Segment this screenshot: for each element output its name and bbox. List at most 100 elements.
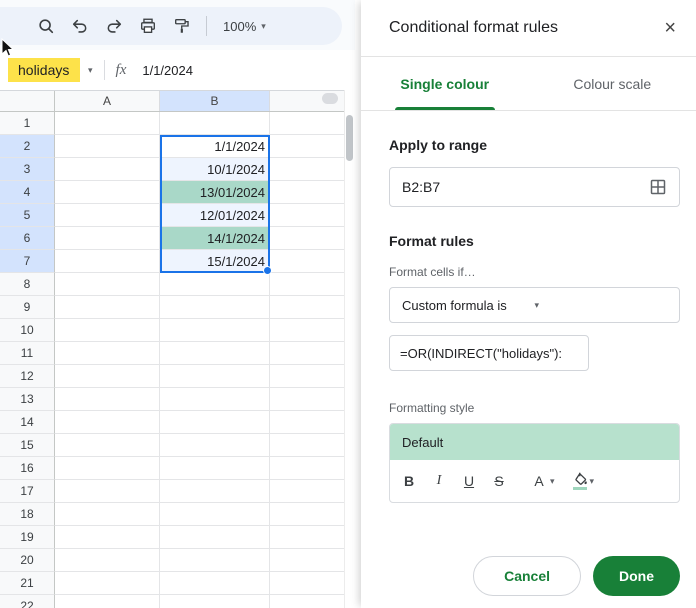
cell-A11[interactable] xyxy=(55,342,160,365)
cell-B11[interactable] xyxy=(160,342,270,365)
row-header-3[interactable]: 3 xyxy=(0,158,55,181)
cell-B7[interactable]: 15/1/2024 xyxy=(160,250,270,273)
cell-A15[interactable] xyxy=(55,434,160,457)
cell-offscreen-17[interactable] xyxy=(270,480,345,503)
cell-B21[interactable] xyxy=(160,572,270,595)
cell-A10[interactable] xyxy=(55,319,160,342)
row-header-19[interactable]: 19 xyxy=(0,526,55,549)
row-header-15[interactable]: 15 xyxy=(0,434,55,457)
done-button[interactable]: Done xyxy=(593,556,680,596)
row-header-1[interactable]: 1 xyxy=(0,112,55,135)
cell-offscreen-5[interactable] xyxy=(270,204,345,227)
paint-format-icon[interactable] xyxy=(168,12,196,40)
condition-dropdown[interactable]: Custom formula is ▾ xyxy=(389,287,680,323)
print-icon[interactable] xyxy=(134,12,162,40)
row-header-11[interactable]: 11 xyxy=(0,342,55,365)
search-icon[interactable] xyxy=(32,12,60,40)
range-input[interactable]: B2:B7 xyxy=(389,167,680,207)
redo-icon[interactable] xyxy=(100,12,128,40)
row-header-18[interactable]: 18 xyxy=(0,503,55,526)
cell-B17[interactable] xyxy=(160,480,270,503)
cell-A17[interactable] xyxy=(55,480,160,503)
formula-input[interactable]: 1/1/2024 xyxy=(142,63,193,78)
row-header-14[interactable]: 14 xyxy=(0,411,55,434)
cell-offscreen-14[interactable] xyxy=(270,411,345,434)
tab-single-colour[interactable]: Single colour xyxy=(361,57,529,110)
cell-B5[interactable]: 12/01/2024 xyxy=(160,204,270,227)
text-color-button[interactable]: A ▾ xyxy=(530,467,554,495)
cell-A9[interactable] xyxy=(55,296,160,319)
cell-offscreen-4[interactable] xyxy=(270,181,345,204)
close-icon[interactable]: × xyxy=(658,16,682,40)
select-range-grid-icon[interactable] xyxy=(649,178,667,196)
cell-B12[interactable] xyxy=(160,365,270,388)
cell-B14[interactable] xyxy=(160,411,270,434)
cell-B3[interactable]: 10/1/2024 xyxy=(160,158,270,181)
cell-A18[interactable] xyxy=(55,503,160,526)
cell-A12[interactable] xyxy=(55,365,160,388)
cell-offscreen-3[interactable] xyxy=(270,158,345,181)
undo-icon[interactable] xyxy=(66,12,94,40)
row-header-5[interactable]: 5 xyxy=(0,204,55,227)
cell-A4[interactable] xyxy=(55,181,160,204)
row-header-10[interactable]: 10 xyxy=(0,319,55,342)
cell-offscreen-13[interactable] xyxy=(270,388,345,411)
cell-A6[interactable] xyxy=(55,227,160,250)
cell-offscreen-2[interactable] xyxy=(270,135,345,158)
name-box-dropdown-icon[interactable]: ▾ xyxy=(88,65,93,75)
cell-A22[interactable] xyxy=(55,595,160,608)
cell-B18[interactable] xyxy=(160,503,270,526)
cell-A3[interactable] xyxy=(55,158,160,181)
row-header-2[interactable]: 2 xyxy=(0,135,55,158)
row-header-4[interactable]: 4 xyxy=(0,181,55,204)
cell-offscreen-9[interactable] xyxy=(270,296,345,319)
fill-color-button[interactable]: ▾ xyxy=(573,472,594,490)
row-header-12[interactable]: 12 xyxy=(0,365,55,388)
cell-B9[interactable] xyxy=(160,296,270,319)
cell-offscreen-6[interactable] xyxy=(270,227,345,250)
cell-A19[interactable] xyxy=(55,526,160,549)
cell-A20[interactable] xyxy=(55,549,160,572)
cell-offscreen-10[interactable] xyxy=(270,319,345,342)
column-header-A[interactable]: A xyxy=(55,91,160,111)
row-header-9[interactable]: 9 xyxy=(0,296,55,319)
column-header-B[interactable]: B xyxy=(160,91,270,111)
cell-A2[interactable] xyxy=(55,135,160,158)
cell-A13[interactable] xyxy=(55,388,160,411)
cell-offscreen-11[interactable] xyxy=(270,342,345,365)
cell-A8[interactable] xyxy=(55,273,160,296)
cell-A5[interactable] xyxy=(55,204,160,227)
row-header-21[interactable]: 21 xyxy=(0,572,55,595)
name-box[interactable]: holidays xyxy=(8,58,80,82)
cell-A1[interactable] xyxy=(55,112,160,135)
row-header-8[interactable]: 8 xyxy=(0,273,55,296)
cell-B6[interactable]: 14/1/2024 xyxy=(160,227,270,250)
cell-B16[interactable] xyxy=(160,457,270,480)
cell-offscreen-15[interactable] xyxy=(270,434,345,457)
cell-offscreen-19[interactable] xyxy=(270,526,345,549)
tab-colour-scale[interactable]: Colour scale xyxy=(529,57,696,110)
row-header-17[interactable]: 17 xyxy=(0,480,55,503)
cell-B15[interactable] xyxy=(160,434,270,457)
cell-A14[interactable] xyxy=(55,411,160,434)
custom-formula-input[interactable]: =OR(INDIRECT("holidays"): xyxy=(389,335,589,371)
strikethrough-button[interactable]: S xyxy=(486,467,512,495)
row-header-6[interactable]: 6 xyxy=(0,227,55,250)
cell-B2[interactable]: 1/1/2024 xyxy=(160,135,270,158)
underline-button[interactable]: U xyxy=(456,467,482,495)
italic-button[interactable]: I xyxy=(426,467,452,495)
row-header-7[interactable]: 7 xyxy=(0,250,55,273)
scrollbar-thumb[interactable] xyxy=(346,115,353,161)
row-header-22[interactable]: 22 xyxy=(0,595,55,608)
cell-A21[interactable] xyxy=(55,572,160,595)
cancel-button[interactable]: Cancel xyxy=(473,556,581,596)
cell-offscreen-20[interactable] xyxy=(270,549,345,572)
cell-offscreen-18[interactable] xyxy=(270,503,345,526)
cell-B1[interactable] xyxy=(160,112,270,135)
cell-offscreen-8[interactable] xyxy=(270,273,345,296)
cell-B20[interactable] xyxy=(160,549,270,572)
row-header-20[interactable]: 20 xyxy=(0,549,55,572)
cell-B4[interactable]: 13/01/2024 xyxy=(160,181,270,204)
row-header-13[interactable]: 13 xyxy=(0,388,55,411)
cell-A16[interactable] xyxy=(55,457,160,480)
